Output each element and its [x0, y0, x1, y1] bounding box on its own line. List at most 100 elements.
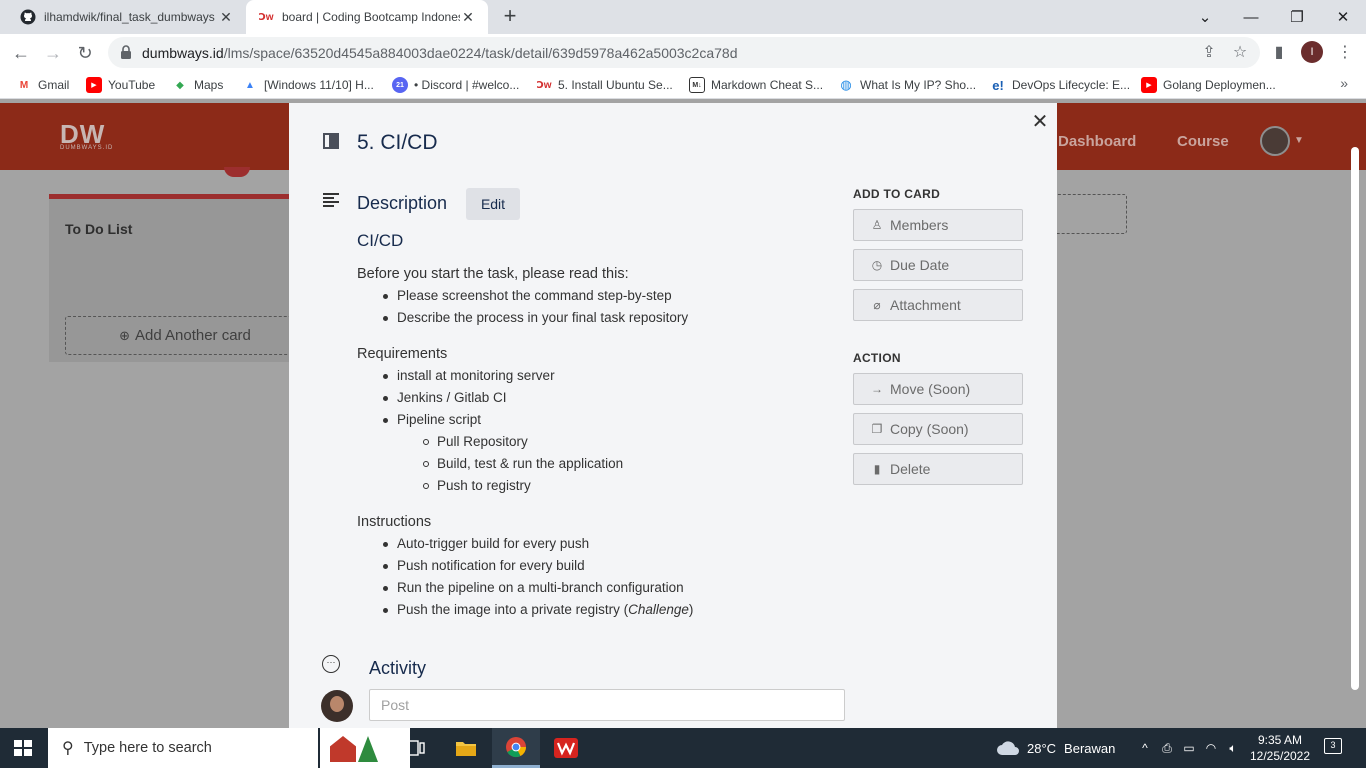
sub-list-item: Build, test & run the application	[357, 453, 817, 475]
member-avatar	[224, 167, 250, 177]
bookmarks-overflow-icon[interactable]: »	[1340, 75, 1348, 91]
edit-description-button[interactable]: Edit	[466, 188, 520, 220]
share-icon[interactable]: ⇪	[1196, 40, 1222, 66]
bookmark-discord[interactable]: 21 • Discord | #welco...	[392, 76, 519, 94]
button-label: Copy (Soon)	[890, 421, 969, 437]
new-tab-icon[interactable]: +	[498, 4, 522, 30]
delete-button[interactable]: ▮ Delete	[853, 453, 1023, 485]
weather-widget[interactable]: 28°C Berawan	[996, 728, 1115, 768]
description-heading: Description	[357, 193, 448, 213]
tab-search-chevron-icon[interactable]: ⌄	[1182, 8, 1228, 26]
bookmark-label: [Windows 11/10] H...	[264, 78, 374, 92]
volume-icon[interactable]: 🔈︎	[1222, 741, 1244, 756]
requirements-list: install at monitoring server Jenkins / G…	[357, 365, 817, 497]
tab-close-icon[interactable]: ✕	[218, 9, 234, 26]
list-item: Pipeline script	[357, 409, 817, 431]
sub-list-item: Push to registry	[357, 475, 817, 497]
copy-button[interactable]: ❐ Copy (Soon)	[853, 413, 1023, 445]
nav-dashboard[interactable]: Dashboard	[1058, 133, 1136, 150]
logo-subtext: DUMBWAYS.ID	[60, 145, 114, 151]
menu-kebab-icon[interactable]: ⋮	[1332, 40, 1358, 66]
task-view-icon[interactable]	[392, 728, 440, 768]
move-button[interactable]: → Move (Soon)	[853, 373, 1023, 405]
forward-icon[interactable]: →	[40, 40, 66, 66]
tray-chevron-up-icon[interactable]: ^	[1134, 741, 1156, 755]
dumbways-logo[interactable]: DW DUMBWAYS.ID	[60, 121, 114, 151]
list-item: Run the pipeline on a multi-branch confi…	[357, 577, 817, 599]
house-icon	[330, 736, 356, 762]
christmas-tree-icon	[358, 736, 378, 762]
button-label: Delete	[890, 461, 931, 477]
back-icon[interactable]: ←	[8, 40, 34, 66]
bookmark-label: 5. Install Ubuntu Se...	[558, 78, 673, 92]
chrome-icon[interactable]	[492, 728, 540, 768]
caret-down-icon[interactable]: ▼	[1294, 135, 1304, 146]
tab-close-icon[interactable]: ✕	[460, 9, 476, 26]
restore-icon[interactable]: ❐	[1274, 8, 1320, 26]
button-label: Members	[890, 217, 949, 233]
list-item: install at monitoring server	[357, 365, 817, 387]
profile-avatar[interactable]: I	[1301, 41, 1323, 63]
bookmark-install-ubuntu[interactable]: Ↄw 5. Install Ubuntu Se...	[536, 76, 673, 94]
card-icon	[323, 133, 339, 149]
taskbar-search-box[interactable]: ⚲ Type here to search	[48, 728, 318, 768]
bookmark-label: Maps	[194, 78, 224, 92]
file-explorer-icon[interactable]	[442, 728, 490, 768]
intro-list: Please screenshot the command step-by-st…	[357, 285, 817, 329]
bookmark-label: Gmail	[38, 78, 70, 92]
task-detail-modal: ✕ 5. CI/CD Description Edit CI/CD Before…	[289, 103, 1057, 728]
post-comment-input[interactable]	[369, 689, 845, 721]
bookmark-label: YouTube	[108, 78, 156, 92]
meet-now-icon[interactable]: ⎙	[1156, 741, 1178, 756]
trash-icon: ▮	[873, 462, 881, 476]
bookmarks-bar: M Gmail ▶ YouTube ◆ Maps ▲ [Windows 11/10] H…	[0, 71, 1366, 99]
bookmark-youtube[interactable]: ▶ YouTube	[86, 76, 155, 94]
modal-sidebar: ADD TO CARD ♙ Members ◷ Due Date ⌀ Attachme…	[853, 187, 1023, 493]
minimize-icon[interactable]: —	[1228, 9, 1274, 26]
window-close-icon[interactable]: ✕	[1320, 8, 1366, 26]
bookmark-maps[interactable]: ◆ Maps	[172, 76, 223, 94]
bookmark-markdown[interactable]: M↓ Markdown Cheat S...	[689, 76, 823, 94]
page-scrollbar[interactable]	[1351, 147, 1359, 690]
bookmark-label: • Discord | #welco...	[414, 78, 520, 92]
list-item: Describe the process in your final task …	[357, 307, 817, 329]
windows-start-icon[interactable]	[14, 740, 32, 756]
bookmark-devops-lifecycle[interactable]: e! DevOps Lifecycle: E...	[990, 76, 1130, 94]
due-date-button[interactable]: ◷ Due Date	[853, 249, 1023, 281]
members-button[interactable]: ♙ Members	[853, 209, 1023, 241]
challenge-label: Challenge	[628, 602, 689, 617]
address-bar[interactable]: dumbways.id/lms/space/63520d4545a884003d…	[108, 37, 1260, 68]
side-panel-icon[interactable]: ▮	[1266, 40, 1292, 66]
browser-toolbar: ← → ↻ dumbways.id/lms/space/63520d4545a8…	[0, 34, 1366, 71]
attachment-button[interactable]: ⌀ Attachment	[853, 289, 1023, 321]
bookmark-windows-guide[interactable]: ▲ [Windows 11/10] H...	[242, 76, 374, 94]
bookmark-what-is-my-ip[interactable]: ◍ What Is My IP? Sho...	[838, 76, 976, 94]
notification-center-icon[interactable]: 3	[1324, 738, 1342, 754]
temperature: 28°C	[1027, 740, 1057, 756]
battery-icon[interactable]: ▭	[1178, 741, 1200, 755]
youtube-icon: ▶	[86, 77, 102, 93]
list-item: Jenkins / Gitlab CI	[357, 387, 817, 409]
wps-office-icon[interactable]	[542, 728, 590, 768]
user-avatar[interactable]	[1260, 126, 1290, 156]
tab-github[interactable]: ilhamdwik/final_task_dumbways ✕	[8, 0, 246, 34]
arrow-right-icon: →	[871, 382, 883, 396]
dumbways-icon: Ↄw	[536, 79, 552, 91]
wifi-icon[interactable]: ◠	[1200, 741, 1222, 755]
weather-condition: Berawan	[1064, 740, 1116, 756]
bookmark-gmail[interactable]: M Gmail	[16, 76, 70, 94]
nav-course[interactable]: Course	[1177, 133, 1229, 150]
action-heading: ACTION	[853, 351, 901, 365]
taskbar-clock[interactable]: 9:35 AM 12/25/2022	[1246, 732, 1314, 764]
windows-guide-icon: ▲	[245, 79, 255, 91]
clock-date: 12/25/2022	[1249, 749, 1311, 763]
lock-icon	[121, 45, 131, 59]
bookmark-star-icon[interactable]: ☆	[1227, 40, 1253, 66]
tab-dumbways-board[interactable]: Ↄw board | Coding Bootcamp Indonesia ✕	[246, 0, 488, 34]
list-item: Auto-trigger build for every push	[357, 533, 817, 555]
reload-icon[interactable]: ↻	[72, 40, 98, 66]
bookmark-label: Golang Deploymen...	[1163, 78, 1276, 92]
bookmark-golang-deployment[interactable]: ▶ Golang Deploymen...	[1141, 76, 1276, 94]
close-icon[interactable]: ✕	[1030, 109, 1050, 134]
add-another-card-button[interactable]: ⊕ Add Another card	[65, 316, 305, 355]
